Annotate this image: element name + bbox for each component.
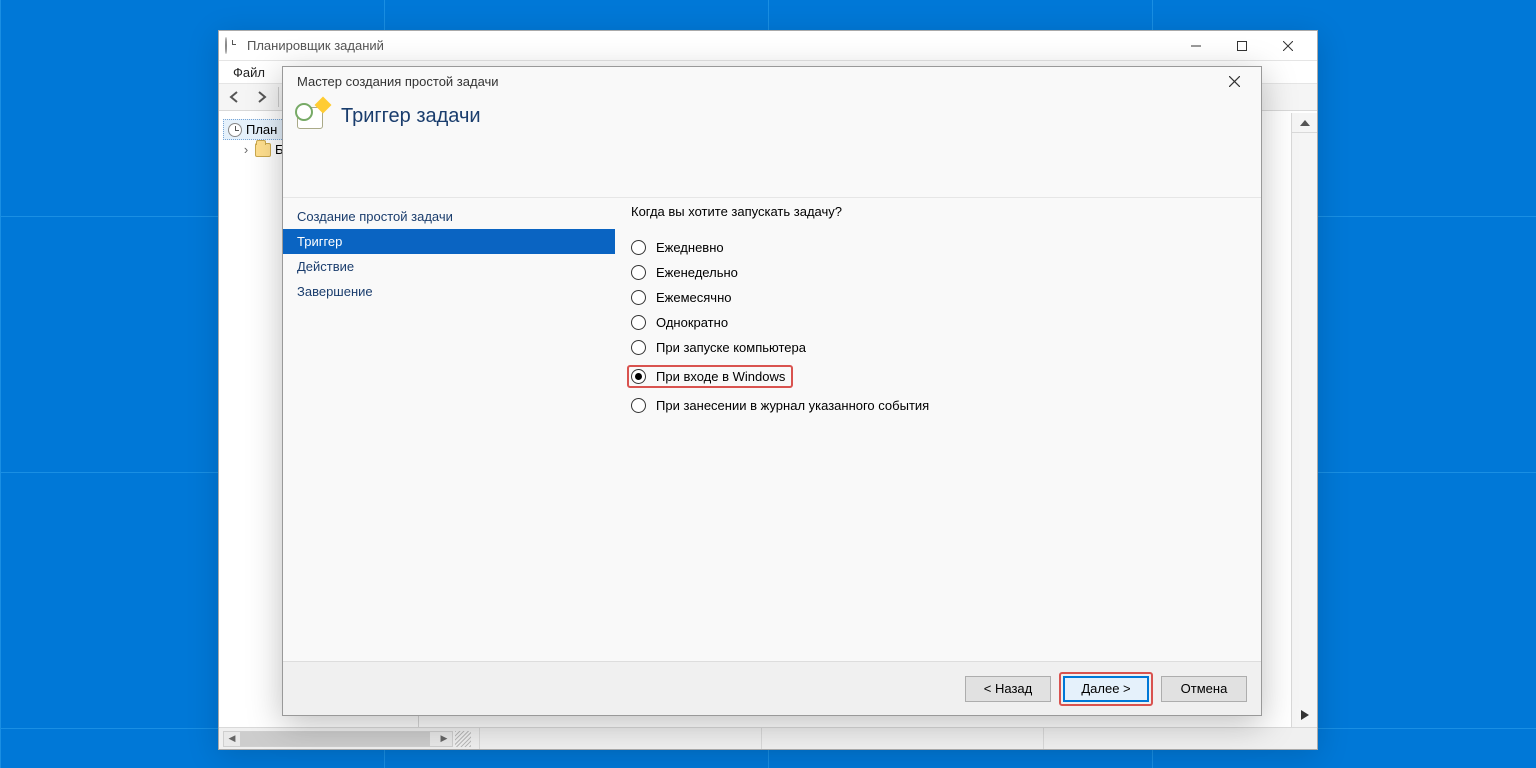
- radio-one-time[interactable]: Однократно: [631, 310, 1245, 335]
- annotation-highlight: Далее >: [1059, 672, 1153, 706]
- wizard-close-button[interactable]: [1213, 69, 1255, 93]
- radio-label: Ежедневно: [656, 240, 724, 255]
- radio-label: При занесении в журнал указанного событи…: [656, 398, 929, 413]
- wizard-content: Когда вы хотите запускать задачу? Ежедне…: [615, 198, 1261, 661]
- expand-icon[interactable]: ›: [241, 142, 251, 157]
- radio-icon: [631, 265, 646, 280]
- scroll-up-icon[interactable]: [1292, 113, 1317, 133]
- step-finish[interactable]: Завершение: [283, 279, 615, 304]
- radio-label: Еженедельно: [656, 265, 738, 280]
- menu-file[interactable]: Файл: [225, 63, 273, 82]
- actions-pane-collapsed: [1291, 113, 1317, 727]
- radio-icon: [631, 398, 646, 413]
- window-title: Планировщик заданий: [247, 38, 384, 53]
- expand-actions-icon[interactable]: [1292, 703, 1317, 727]
- maximize-button[interactable]: [1219, 31, 1265, 61]
- scheduler-icon: [228, 123, 242, 137]
- radio-daily[interactable]: Ежедневно: [631, 235, 1245, 260]
- wizard-header-text: Триггер задачи: [341, 105, 481, 128]
- create-basic-task-wizard: Мастер создания простой задачи Триггер з…: [282, 66, 1262, 716]
- toolbar-separator: [278, 87, 279, 107]
- next-button[interactable]: Далее >: [1063, 676, 1149, 702]
- wizard-footer: < Назад Далее > Отмена: [283, 661, 1261, 715]
- radio-icon: [631, 240, 646, 255]
- radio-weekly[interactable]: Еженедельно: [631, 260, 1245, 285]
- step-action[interactable]: Действие: [283, 254, 615, 279]
- radio-icon: [631, 369, 646, 384]
- wizard-titlebar[interactable]: Мастер создания простой задачи: [283, 67, 1261, 93]
- wizard-steps: Создание простой задачи Триггер Действие…: [283, 198, 615, 661]
- radio-monthly[interactable]: Ежемесячно: [631, 285, 1245, 310]
- radio-label: Однократно: [656, 315, 728, 330]
- trigger-question: Когда вы хотите запускать задачу?: [631, 204, 1245, 219]
- app-icon: [225, 38, 241, 54]
- radio-label: При запуске компьютера: [656, 340, 806, 355]
- nav-back-button[interactable]: [223, 85, 247, 109]
- radio-label: Ежемесячно: [656, 290, 732, 305]
- nav-forward-button[interactable]: [249, 85, 273, 109]
- annotation-highlight: При входе в Windows: [627, 365, 793, 388]
- titlebar[interactable]: Планировщик заданий: [219, 31, 1317, 61]
- desktop: Планировщик заданий Файл: [0, 0, 1536, 768]
- radio-label: При входе в Windows: [656, 369, 785, 384]
- step-create-basic-task[interactable]: Создание простой задачи: [283, 204, 615, 229]
- radio-icon: [631, 315, 646, 330]
- tree-hscrollbar[interactable]: ◀▶: [223, 731, 453, 747]
- radio-on-event[interactable]: При занесении в журнал указанного событи…: [631, 393, 1245, 418]
- pane-resize-grip[interactable]: [455, 731, 471, 747]
- wizard-header: Триггер задачи: [283, 93, 1261, 155]
- step-trigger[interactable]: Триггер: [283, 229, 615, 254]
- radio-at-startup[interactable]: При запуске компьютера: [631, 335, 1245, 360]
- back-button[interactable]: < Назад: [965, 676, 1051, 702]
- folder-icon: [255, 143, 271, 157]
- cancel-button[interactable]: Отмена: [1161, 676, 1247, 702]
- tree-root-label: План: [246, 122, 277, 137]
- statusbar: ◀▶: [219, 727, 1317, 749]
- radio-at-logon[interactable]: При входе в Windows: [631, 360, 1245, 393]
- wizard-title: Мастер создания простой задачи: [297, 74, 499, 89]
- wizard-header-icon: [295, 99, 329, 133]
- minimize-button[interactable]: [1173, 31, 1219, 61]
- radio-icon: [631, 290, 646, 305]
- radio-icon: [631, 340, 646, 355]
- close-button[interactable]: [1265, 31, 1311, 61]
